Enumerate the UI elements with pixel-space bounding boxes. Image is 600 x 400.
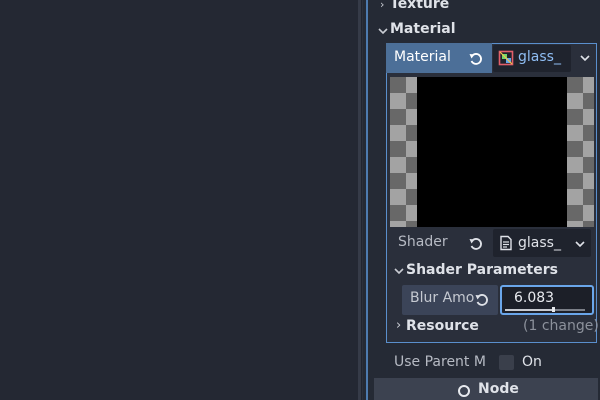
node-circle-icon — [458, 385, 470, 397]
material-tab-label: Material — [394, 49, 451, 65]
editor-viewport[interactable] — [0, 0, 358, 400]
blur-amount-value: 6.083 — [514, 290, 555, 306]
use-parent-label: Use Parent M — [394, 354, 486, 370]
section-node: Node — [478, 381, 519, 397]
preview-render — [417, 77, 567, 227]
material-resource-icon — [498, 50, 514, 66]
use-parent-toggle-label: On — [522, 354, 542, 370]
shader-resource-name: glass_ — [518, 235, 561, 251]
checker-right — [567, 77, 594, 227]
shader-label: Shader — [398, 234, 448, 250]
revert-icon[interactable] — [468, 51, 484, 67]
chevron-down-icon[interactable] — [393, 265, 405, 277]
resource-change-count: (1 change) — [523, 318, 599, 334]
chevron-right-icon[interactable]: › — [396, 318, 401, 333]
revert-icon[interactable] — [468, 236, 484, 252]
section-texture[interactable]: Texture — [390, 0, 449, 12]
use-parent-checkbox[interactable] — [499, 355, 514, 370]
blur-amount-label: Blur Amo — [410, 290, 475, 306]
shader-file-icon — [500, 235, 512, 251]
chevron-down-icon[interactable] — [377, 25, 389, 37]
section-resource[interactable]: Resource — [406, 318, 479, 334]
checker-left — [390, 77, 417, 227]
section-material[interactable]: Material — [390, 21, 456, 37]
blur-amount-slider-fill — [505, 309, 553, 311]
chevron-down-icon[interactable] — [579, 52, 591, 64]
material-resource-name: glass_ — [518, 49, 561, 65]
revert-icon[interactable] — [474, 292, 490, 308]
panel-splitter[interactable] — [358, 0, 361, 400]
section-shader-parameters[interactable]: Shader Parameters — [406, 262, 558, 278]
chevron-right-icon[interactable]: › — [380, 0, 384, 11]
material-preview — [390, 77, 594, 227]
blur-amount-slider-knob[interactable] — [552, 307, 555, 312]
inspector-indent-guide — [366, 0, 368, 400]
chevron-down-icon[interactable] — [574, 238, 586, 250]
